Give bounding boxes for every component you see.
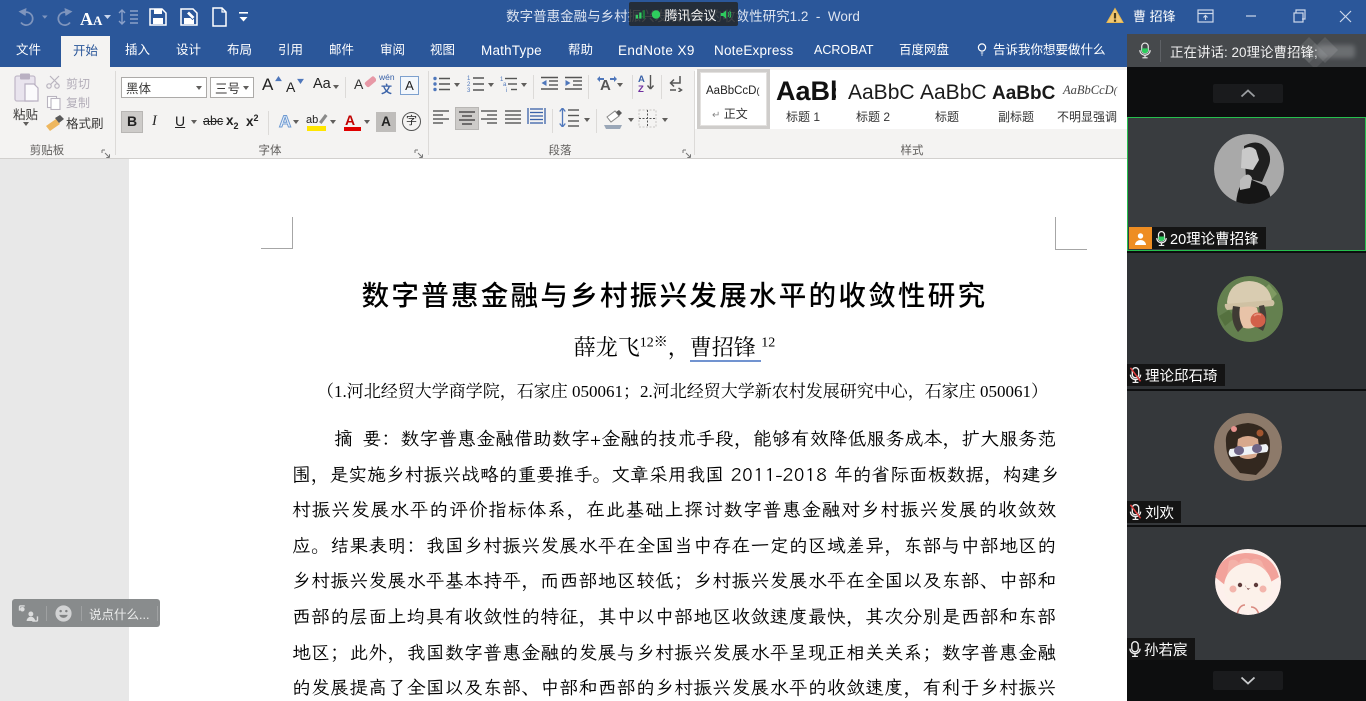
- svg-text:3: 3: [467, 88, 471, 92]
- svg-text:A: A: [80, 9, 93, 29]
- svg-text:A: A: [93, 13, 103, 28]
- svg-text:A: A: [345, 112, 355, 128]
- svg-text:ab: ab: [306, 114, 318, 126]
- svg-text:i: i: [506, 88, 507, 92]
- svg-text:Z: Z: [638, 84, 644, 94]
- svg-text:A: A: [279, 112, 291, 131]
